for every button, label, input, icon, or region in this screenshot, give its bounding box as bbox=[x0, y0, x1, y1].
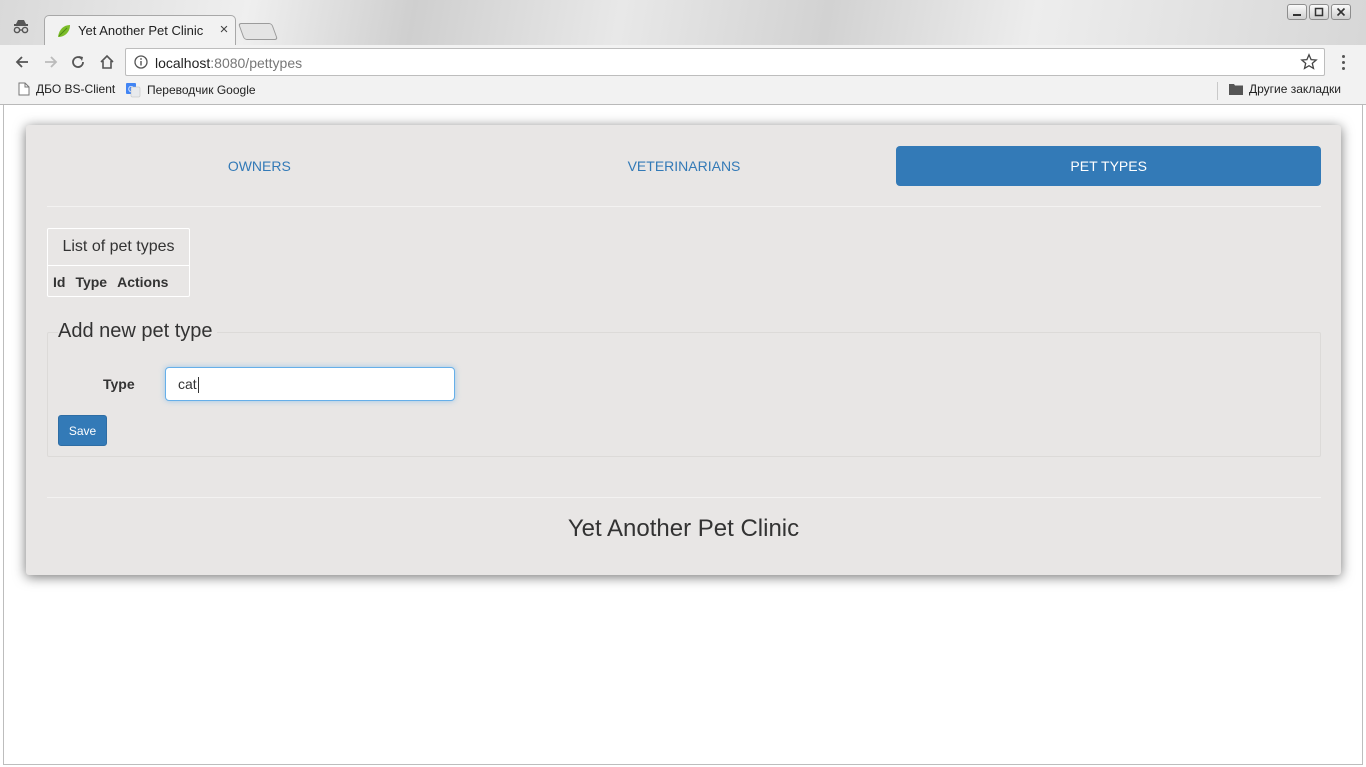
url-host: localhost bbox=[155, 55, 211, 71]
main-card: OWNERS VETERINARIANS PET TYPES List of p… bbox=[26, 125, 1341, 575]
type-input-value: cat bbox=[178, 376, 197, 392]
address-bar[interactable]: localhost:8080/pettypes bbox=[125, 48, 1325, 76]
maximize-button[interactable] bbox=[1309, 4, 1329, 20]
browser-chrome: Yet Another Pet Clinic × localhost:8080/… bbox=[0, 0, 1366, 105]
bookmark-star-icon[interactable] bbox=[1300, 53, 1318, 71]
new-tab-button[interactable] bbox=[237, 23, 279, 40]
url-text: localhost:8080/pettypes bbox=[155, 55, 302, 71]
header-actions: Actions bbox=[117, 274, 169, 290]
maximize-icon bbox=[1314, 7, 1324, 17]
page-icon bbox=[18, 82, 30, 96]
table-header-row: Id Type Actions bbox=[48, 267, 189, 297]
bookmark-item[interactable]: G Переводчик Google bbox=[125, 82, 256, 98]
back-button[interactable] bbox=[11, 51, 33, 73]
reload-icon bbox=[72, 56, 84, 68]
url-path: :8080/pettypes bbox=[210, 55, 303, 71]
folder-icon bbox=[1229, 84, 1243, 95]
bookmark-label: Переводчик Google bbox=[147, 83, 256, 97]
type-input[interactable]: cat bbox=[165, 367, 455, 401]
home-icon bbox=[100, 54, 114, 69]
footer-title: Yet Another Pet Clinic bbox=[567, 515, 800, 542]
main-nav: OWNERS VETERINARIANS PET TYPES bbox=[47, 146, 1322, 186]
back-arrow-icon bbox=[15, 56, 28, 68]
minimize-button[interactable] bbox=[1287, 4, 1307, 20]
header-type: Type bbox=[75, 274, 108, 290]
header-id: Id bbox=[53, 274, 66, 290]
bookmark-label: ДБО BS-Client bbox=[36, 82, 116, 96]
home-button[interactable] bbox=[96, 51, 118, 73]
forward-arrow-icon bbox=[45, 56, 58, 68]
browser-tab[interactable]: Yet Another Pet Clinic × bbox=[44, 15, 236, 45]
tab-title: Yet Another Pet Clinic bbox=[78, 23, 204, 38]
bookmark-item[interactable]: ДБО BS-Client bbox=[18, 82, 115, 96]
form-legend: Add new pet type bbox=[58, 320, 217, 343]
leaf-icon bbox=[57, 24, 71, 38]
info-icon[interactable] bbox=[134, 55, 148, 69]
type-label: Type bbox=[103, 376, 135, 392]
other-bookmarks-label: Другие закладки bbox=[1249, 82, 1341, 96]
incognito-icon bbox=[12, 18, 30, 36]
close-window-button[interactable] bbox=[1331, 4, 1351, 20]
nav-pet-types[interactable]: PET TYPES bbox=[896, 146, 1322, 186]
browser-toolbar: localhost:8080/pettypes bbox=[0, 45, 1366, 78]
window-controls bbox=[1287, 4, 1351, 20]
other-bookmarks[interactable]: Другие закладки bbox=[1229, 82, 1341, 96]
save-button[interactable]: Save bbox=[58, 415, 107, 446]
minimize-icon bbox=[1293, 14, 1301, 16]
pet-types-table: List of pet types Id Type Actions bbox=[47, 228, 190, 297]
close-tab-button[interactable]: × bbox=[217, 21, 231, 38]
bookmarks-bar: ДБО BS-Client G Переводчик Google Другие… bbox=[0, 78, 1366, 104]
google-translate-icon: G bbox=[126, 83, 141, 98]
divider bbox=[47, 206, 1321, 207]
nav-veterinarians[interactable]: VETERINARIANS bbox=[472, 146, 897, 186]
nav-owners[interactable]: OWNERS bbox=[47, 146, 472, 186]
table-caption: List of pet types bbox=[48, 229, 189, 266]
bookmarks-separator bbox=[1217, 82, 1218, 100]
close-icon bbox=[1336, 7, 1346, 17]
text-caret bbox=[197, 377, 199, 394]
divider bbox=[47, 497, 1321, 498]
forward-button[interactable] bbox=[40, 51, 62, 73]
page-viewport: OWNERS VETERINARIANS PET TYPES List of p… bbox=[3, 105, 1363, 765]
browser-menu-button[interactable] bbox=[1335, 51, 1351, 73]
reload-button[interactable] bbox=[67, 51, 89, 73]
